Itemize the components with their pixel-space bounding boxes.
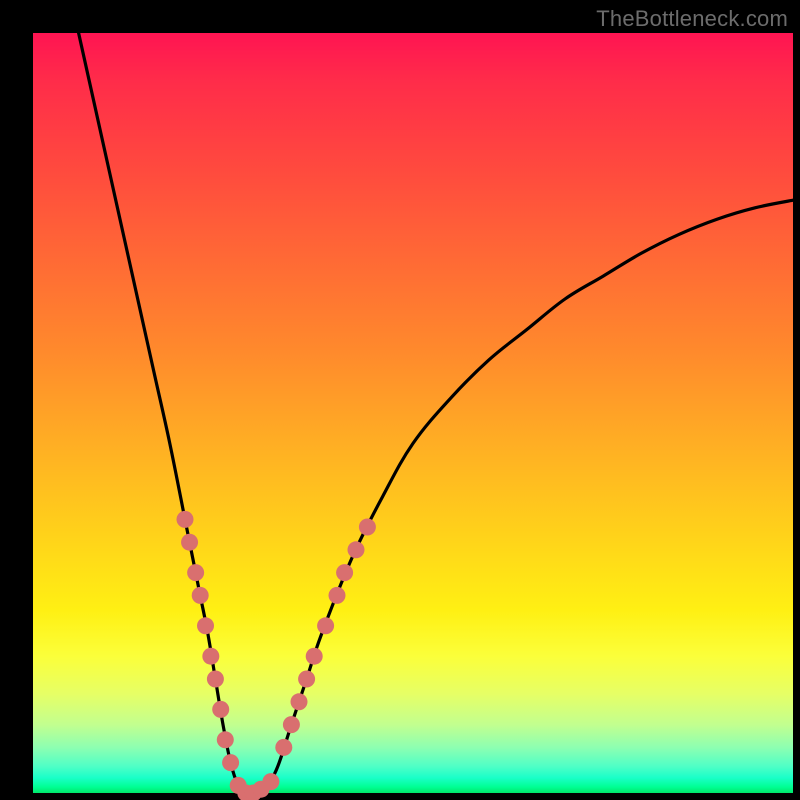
chart-frame: TheBottleneck.com xyxy=(0,0,800,800)
sample-dot xyxy=(202,648,219,665)
sample-dot xyxy=(192,587,209,604)
bottleneck-curve xyxy=(79,33,793,795)
sample-dot xyxy=(222,754,239,771)
sample-dot xyxy=(306,648,323,665)
sample-dot xyxy=(359,519,376,536)
sample-dot xyxy=(348,541,365,558)
sample-dot xyxy=(217,731,234,748)
sample-dot xyxy=(181,534,198,551)
sample-dot xyxy=(298,671,315,688)
sample-dot xyxy=(177,511,194,528)
sample-dot xyxy=(283,716,300,733)
sample-dot xyxy=(275,739,292,756)
sample-dot xyxy=(336,564,353,581)
sample-dot xyxy=(207,671,224,688)
plot-area xyxy=(33,33,793,793)
sample-dot xyxy=(329,587,346,604)
sample-dot xyxy=(197,617,214,634)
sample-dots xyxy=(177,511,376,800)
watermark-text: TheBottleneck.com xyxy=(596,6,788,32)
sample-dot xyxy=(212,701,229,718)
sample-dot xyxy=(262,773,279,790)
curve-layer xyxy=(33,33,793,793)
sample-dot xyxy=(317,617,334,634)
sample-dot xyxy=(291,693,308,710)
sample-dot xyxy=(187,564,204,581)
